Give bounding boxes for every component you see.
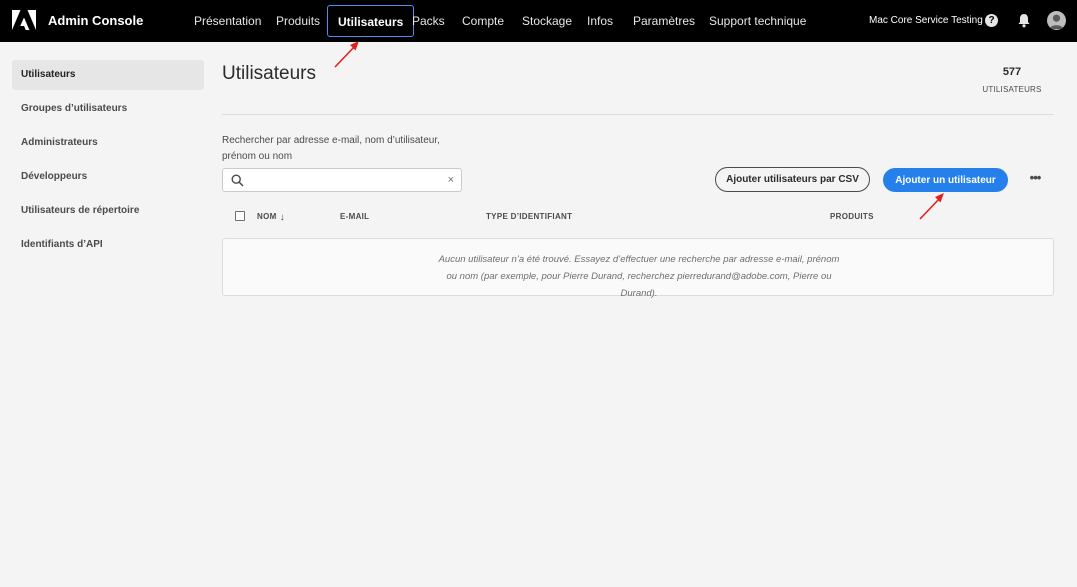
sidebar-item-groupes[interactable]: Groupes d’utilisateurs <box>12 94 204 124</box>
nav-tab-packs[interactable]: Packs <box>412 5 445 37</box>
nav-tab-parametres[interactable]: Paramètres <box>633 5 695 37</box>
sidebar-item-repertoire[interactable]: Utilisateurs de répertoire <box>12 196 204 226</box>
avatar[interactable] <box>1047 11 1066 30</box>
search-label: Rechercher par adresse e-mail, nom d’uti… <box>222 135 440 162</box>
column-header-nom[interactable]: NOM ↓ <box>257 212 285 223</box>
column-header-produits: PRODUITS <box>830 212 874 221</box>
more-options-icon[interactable]: ••• <box>1027 170 1043 190</box>
sidebar-item-utilisateurs[interactable]: Utilisateurs <box>12 60 204 90</box>
add-users-csv-button[interactable]: Ajouter utilisateurs par CSV <box>715 167 870 192</box>
sidebar-item-administrateurs[interactable]: Administrateurs <box>12 128 204 158</box>
sidebar-item-api[interactable]: Identifiants d’API <box>12 230 204 260</box>
empty-state: Aucun utilisateur n’a été trouvé. Essaye… <box>222 238 1054 299</box>
bell-icon[interactable] <box>1017 13 1031 28</box>
nav-tab-presentation[interactable]: Présentation <box>194 5 261 37</box>
help-icon[interactable]: ? <box>985 14 998 27</box>
search-field[interactable]: × <box>222 168 462 192</box>
nav-tab-compte[interactable]: Compte <box>462 5 504 37</box>
user-count: 577 <box>1002 66 1022 78</box>
sidebar-item-developpeurs[interactable]: Développeurs <box>12 162 204 192</box>
add-user-button[interactable]: Ajouter un utilisateur <box>883 168 1008 192</box>
page-title: Utilisateurs <box>222 63 316 84</box>
nav-tab-infos[interactable]: Infos <box>587 5 613 37</box>
column-header-nom-label: NOM <box>257 212 277 221</box>
user-icon <box>1049 14 1064 29</box>
empty-state-message: Aucun utilisateur n’a été trouvé. Essaye… <box>438 254 840 299</box>
search-icon <box>231 174 244 187</box>
nav-tab-support[interactable]: Support technique <box>709 5 806 37</box>
search-input[interactable] <box>251 172 441 188</box>
sort-arrow-icon[interactable]: ↓ <box>280 212 285 223</box>
clear-icon[interactable]: × <box>448 173 454 187</box>
nav-tab-stockage[interactable]: Stockage <box>522 5 572 37</box>
annotation-arrow-icon <box>334 41 359 68</box>
header-divider <box>222 114 1054 115</box>
adobe-logo-icon[interactable] <box>12 10 36 32</box>
column-header-email: E-MAIL <box>340 212 370 221</box>
sidebar: Utilisateurs Groupes d’utilisateurs Admi… <box>12 60 204 264</box>
account-switcher[interactable]: Mac Core Service Testing <box>869 15 983 26</box>
top-bar: Admin Console Présentation Produits Util… <box>0 0 1077 42</box>
user-count-label: UTILISATEURS <box>982 85 1042 94</box>
nav-tab-produits[interactable]: Produits <box>276 5 320 37</box>
select-all-checkbox[interactable] <box>235 211 245 221</box>
column-header-type-identifiant: TYPE D’IDENTIFIANT <box>486 212 573 221</box>
nav-tab-utilisateurs[interactable]: Utilisateurs <box>327 5 415 37</box>
table-header: NOM ↓ E-MAIL TYPE D’IDENTIFIANT PRODUITS <box>222 208 1054 226</box>
app-title[interactable]: Admin Console <box>48 13 143 28</box>
